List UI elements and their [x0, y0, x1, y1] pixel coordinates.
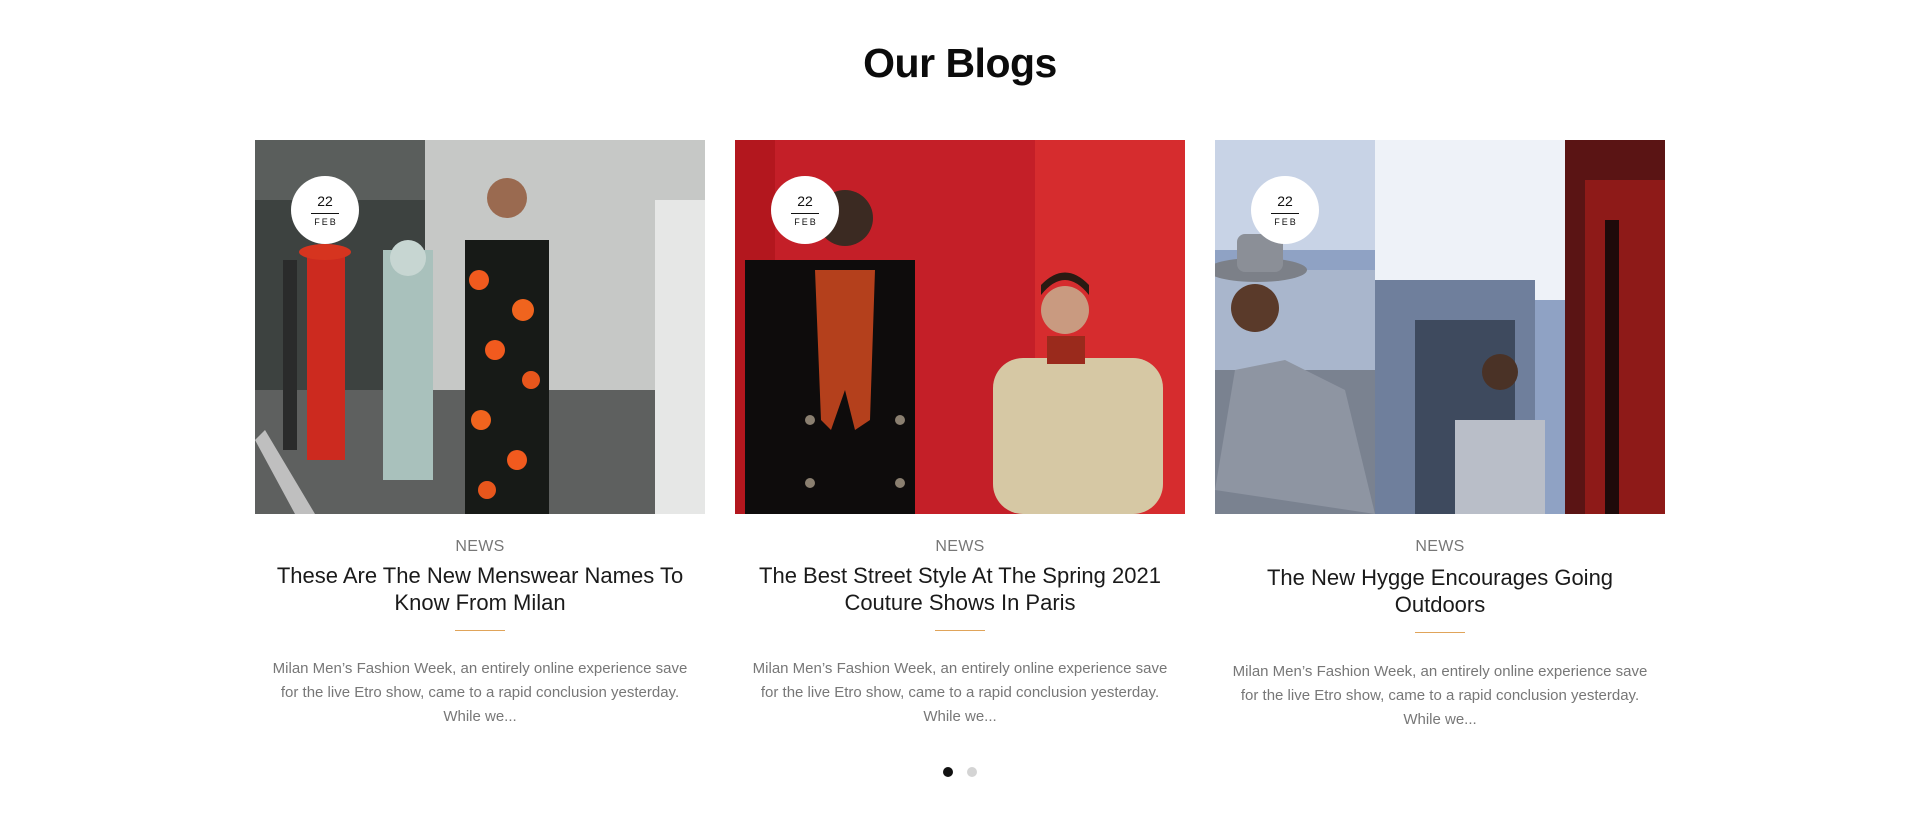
title-divider — [455, 630, 505, 631]
date-month: FEB — [794, 216, 818, 227]
post-category[interactable]: NEWS — [263, 538, 697, 556]
blog-card: 22 FEB NEWS The Best Street Style At The… — [735, 140, 1185, 729]
date-badge: 22 FEB — [771, 176, 839, 244]
date-badge: 22 FEB — [291, 176, 359, 244]
blog-card: 22 FEB NEWS The New Hygge Encourages Goi… — [1215, 140, 1665, 732]
carousel-dot-1[interactable] — [943, 767, 953, 777]
date-day: 22 — [1277, 192, 1293, 209]
blog-image-paris-street-style[interactable]: 22 FEB — [735, 140, 1185, 514]
post-title[interactable]: The Best Street Style At The Spring 2021… — [743, 562, 1177, 616]
title-divider — [1415, 632, 1465, 633]
date-badge: 22 FEB — [1251, 176, 1319, 244]
post-excerpt: Milan Men’s Fashion Week, an entirely on… — [752, 660, 1168, 725]
post-title[interactable]: The New Hygge Encourages Going Outdoors — [1223, 564, 1657, 618]
title-divider — [935, 630, 985, 631]
blog-card: 22 FEB NEWS These Are The New Menswear N… — [255, 140, 705, 729]
date-month: FEB — [314, 216, 338, 227]
date-divider — [311, 212, 339, 214]
date-month: FEB — [1274, 216, 1298, 227]
post-excerpt: Milan Men’s Fashion Week, an entirely on… — [1232, 663, 1648, 728]
date-day: 22 — [797, 192, 813, 209]
date-divider — [1271, 212, 1299, 214]
section-title: Our Blogs — [863, 40, 1057, 86]
post-category[interactable]: NEWS — [743, 538, 1177, 556]
post-excerpt: Milan Men’s Fashion Week, an entirely on… — [272, 660, 688, 725]
date-day: 22 — [317, 192, 333, 209]
post-category[interactable]: NEWS — [1223, 538, 1657, 556]
date-divider — [791, 212, 819, 214]
blog-image-hygge-outdoors[interactable]: 22 FEB — [1215, 140, 1665, 514]
post-title[interactable]: These Are The New Menswear Names To Know… — [263, 562, 697, 616]
blog-image-backstage-milan[interactable]: 22 FEB — [255, 140, 705, 514]
carousel-dot-2[interactable] — [967, 767, 977, 777]
blog-carousel: 22 FEB NEWS These Are The New Menswear N… — [255, 140, 1665, 740]
carousel-pagination — [0, 767, 1920, 777]
